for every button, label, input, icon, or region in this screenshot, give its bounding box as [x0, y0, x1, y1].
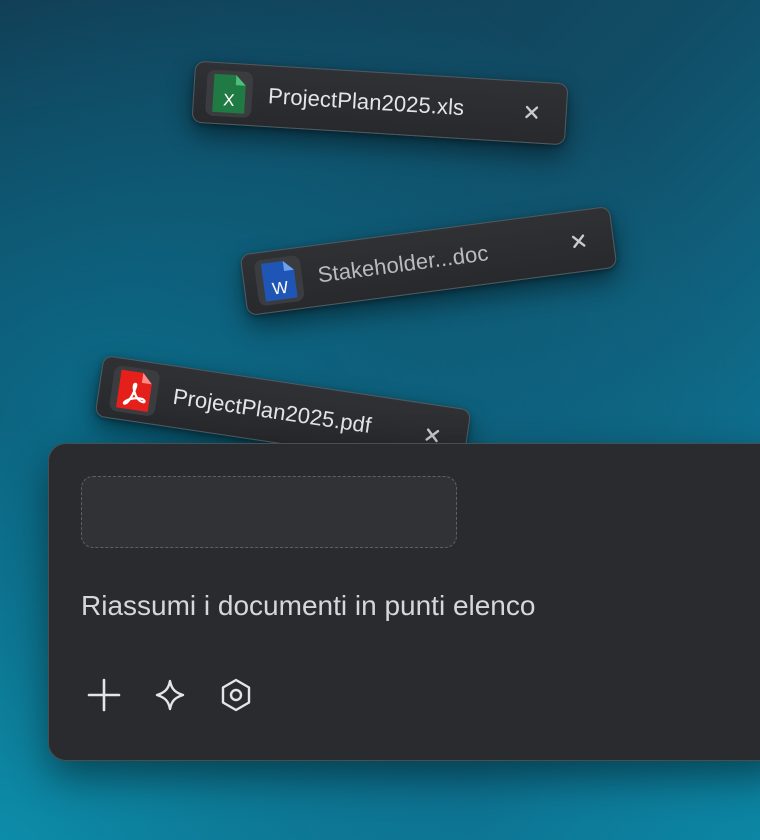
file-icon-container: W [253, 254, 306, 307]
close-icon [525, 105, 539, 119]
composer-toolbar [85, 676, 255, 714]
remove-attachment-button[interactable] [519, 100, 544, 125]
svg-text:W: W [271, 278, 289, 299]
excel-file-icon: X [212, 73, 246, 114]
close-icon [571, 234, 586, 249]
sparkle-icon [155, 679, 185, 711]
attachment-filename: ProjectPlan2025.pdf [171, 383, 373, 439]
file-icon-container: X [204, 69, 254, 119]
attachment-drop-zone[interactable] [81, 476, 457, 548]
attachment-chip-xls[interactable]: X ProjectPlan2025.xls [191, 60, 569, 146]
add-button[interactable] [85, 676, 123, 714]
attachment-filename: ProjectPlan2025.xls [267, 83, 465, 121]
composer-panel: Riassumi i documenti in punti elenco [48, 443, 760, 761]
settings-hex-icon [221, 678, 251, 712]
close-icon [425, 428, 440, 443]
remove-attachment-button[interactable] [565, 228, 592, 255]
settings-button[interactable] [217, 676, 255, 714]
file-icon-container [108, 364, 161, 417]
prompt-input[interactable]: Riassumi i documenti in punti elenco [81, 590, 535, 622]
attachment-filename: Stakeholder...doc [316, 240, 490, 288]
svg-text:X: X [223, 90, 235, 110]
attachment-chip-doc[interactable]: W Stakeholder...doc [239, 205, 618, 317]
word-file-icon: W [260, 261, 298, 302]
pdf-file-icon [116, 369, 152, 412]
ai-assist-button[interactable] [151, 676, 189, 714]
plus-icon [87, 678, 121, 712]
